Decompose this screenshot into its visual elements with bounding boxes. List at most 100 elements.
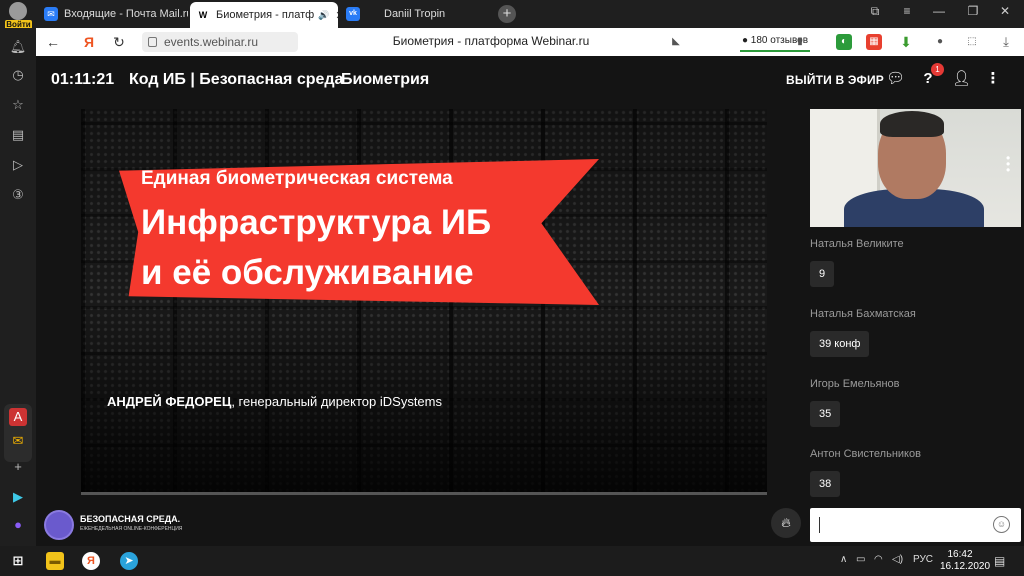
tab-mail[interactable]: ✉ Входящие - Почта Mail.ru <box>38 2 188 26</box>
add-panel-icon[interactable]: + <box>9 458 27 476</box>
messenger-icon[interactable]: ▶ <box>9 488 27 506</box>
url-field[interactable]: events.webinar.ru <box>142 32 298 52</box>
tab-label: Биометрия - платф <box>216 9 315 21</box>
tab-label: Daniil Tropin <box>384 8 446 20</box>
webcam-person-hair <box>880 111 944 137</box>
brand-name: БЕЗОПАСНАЯ СРЕДА. <box>80 514 181 524</box>
webinar-header: 01:11:21 Код ИБ | Безопасная среда Биоме… <box>36 56 1024 102</box>
file-explorer-icon[interactable]: ▬ <box>46 552 64 570</box>
webcam-more-icon[interactable]: • • • <box>1006 152 1010 176</box>
speaker-webcam: • • • <box>810 109 1021 227</box>
mail-icon[interactable]: ✉ <box>9 432 27 450</box>
sidebar-apps-panel: A ✉ <box>4 404 32 462</box>
windows-start-icon[interactable]: ⊞ <box>9 552 27 570</box>
chat-icon[interactable]: 💬︎ <box>886 70 905 88</box>
room-title: Биометрия <box>341 71 430 88</box>
extension-green-icon[interactable]: ◐ <box>836 34 852 50</box>
history-icon[interactable]: ◷ <box>9 66 27 84</box>
chat-message: 35 <box>810 401 841 427</box>
profile-button[interactable]: Войти <box>4 2 32 30</box>
star-icon[interactable]: ☆ <box>9 96 27 114</box>
chat-author: Антон Свистельников <box>810 448 921 460</box>
chat-author: Наталья Великите <box>810 238 904 250</box>
extension-color-icon[interactable]: ▦ <box>866 34 882 50</box>
more-vertical-icon[interactable]: ⋮ <box>984 70 1002 88</box>
slide-subtitle: Единая биометрическая система <box>141 168 453 189</box>
mail-favicon-icon: ✉ <box>44 7 58 21</box>
chat-feed: Наталья Великите 9 Наталья Бахматская 39… <box>810 232 1021 504</box>
translate-icon[interactable]: A <box>9 408 27 426</box>
bell-icon[interactable]: 🔔︎ <box>9 38 27 56</box>
questions-badge: 1 <box>931 63 944 76</box>
extension-pin-icon[interactable]: ● <box>932 34 948 50</box>
chat-bubble-icon: ● <box>741 35 749 46</box>
profile-avatar-icon <box>9 2 27 20</box>
collections-icon[interactable]: ▤ <box>9 126 27 144</box>
speaker-role: , генеральный директор iDSystems <box>231 394 442 409</box>
speaker-name: АНДРЕЙ ФЕДОРЕЦ <box>107 394 232 409</box>
text-caret <box>819 517 820 533</box>
input-language[interactable]: РУС <box>913 554 933 565</box>
downloads-icon[interactable]: ⤓ <box>998 34 1014 50</box>
new-tab-button[interactable]: + <box>498 5 516 23</box>
bookmark-icon[interactable]: ▮ <box>792 34 808 50</box>
battery-icon[interactable]: ▭ <box>856 554 865 565</box>
download-green-icon[interactable]: ⬇ <box>898 34 914 50</box>
event-title: Код ИБ | Безопасная среда <box>129 71 344 88</box>
windows-taskbar: ⊞ ▬ Я ➤ ∧ ▭ ◠ ◁) РУС 16:42 16.12.2020 ▤ <box>0 546 1024 576</box>
reload-icon[interactable]: ↻ <box>110 33 128 51</box>
chat-message-input[interactable]: ☺ <box>810 508 1021 542</box>
telegram-icon[interactable]: ➤ <box>120 552 138 570</box>
wifi-icon[interactable]: ◠ <box>874 554 883 565</box>
network-icon[interactable]: ◣ <box>668 34 684 50</box>
notifications-icon[interactable]: ▤ <box>994 554 1005 568</box>
speaker-icon[interactable]: 🔊 <box>318 10 329 21</box>
chat-author: Наталья Бахматская <box>810 308 916 320</box>
minimize-icon[interactable]: — <box>928 4 950 18</box>
menu-icon[interactable]: ≡ <box>896 4 918 18</box>
address-bar: ← Я ↻ events.webinar.ru Биометрия - плат… <box>36 28 1024 56</box>
go-live-button[interactable]: ВЫЙТИ В ЭФИР <box>786 73 884 87</box>
chat-author: Игорь Емельянов <box>810 378 900 390</box>
browser-tab-bar: Войти ✉ Входящие - Почта Mail.ru W Биоме… <box>0 0 1024 30</box>
chat-message: 39 конф <box>810 331 870 357</box>
close-window-icon[interactable]: ✕ <box>994 4 1016 18</box>
presentation-slide: Единая биометрическая система Инфраструк… <box>81 109 767 493</box>
slide-title-line2: и её обслуживание <box>141 253 474 292</box>
play-icon[interactable]: ▷ <box>9 156 27 174</box>
lock-icon <box>148 37 157 47</box>
slide-progress-track <box>81 492 767 495</box>
fire-icon: 🔥︎ <box>781 515 791 530</box>
clock-time: 16:42 <box>947 549 973 560</box>
taskbar-clock[interactable]: 16:42 16.12.2020 <box>940 549 991 573</box>
page-title: Биометрия - платформа Webinar.ru <box>392 34 590 48</box>
restore-icon[interactable]: ❐ <box>962 4 984 18</box>
vk-favicon-icon: vk <box>346 7 360 21</box>
reaction-fire-button[interactable]: 🔥︎ <box>771 508 801 538</box>
webinar-favicon-icon: W <box>196 8 210 22</box>
alice-icon[interactable]: ● <box>9 516 27 534</box>
chat-message: 9 <box>810 261 835 287</box>
broadcast-timer: 01:11:21 <box>51 71 115 88</box>
counter-icon[interactable]: ③ <box>9 186 27 204</box>
screen: Войти ✉ Входящие - Почта Mail.ru W Биоме… <box>0 0 1024 576</box>
close-tab-icon[interactable]: ✕ <box>329 9 338 22</box>
yandex-logo-icon[interactable]: Я <box>80 33 98 51</box>
back-arrow-icon[interactable]: ← <box>44 33 62 51</box>
tab-webinar[interactable]: W Биометрия - платф 🔊 ✕ <box>190 2 338 28</box>
speaker-caption: АНДРЕЙ ФЕДОРЕЦ, генеральный директор iDS… <box>107 394 442 409</box>
user-icon[interactable]: 👤︎ <box>952 70 971 88</box>
extension-box-icon[interactable]: ⬚ <box>964 34 980 50</box>
tray-expand-icon[interactable]: ∧ <box>840 554 847 565</box>
browser-sidebar: 🔔︎ ◷ ☆ ▤ ▷ ③ A ✉ + ▶ ● <box>0 28 36 546</box>
tab-vk[interactable]: vk Daniil Tropin <box>340 2 492 26</box>
webinar-app: 01:11:21 Код ИБ | Безопасная среда Биоме… <box>36 56 1024 546</box>
yandex-browser-taskbar-icon[interactable]: Я <box>82 552 100 570</box>
bookmark-manager-icon[interactable]: ⧉ <box>864 4 886 19</box>
brand-tagline: ЕЖЕНЕДЕЛЬНАЯ ONLINE-КОНФЕРЕНЦИЯ <box>80 526 183 532</box>
emoji-icon[interactable]: ☺ <box>993 516 1010 533</box>
brand-logo <box>44 510 74 540</box>
volume-icon[interactable]: ◁) <box>892 554 903 565</box>
tab-label: Входящие - Почта Mail.ru <box>64 8 188 20</box>
clock-date: 16.12.2020 <box>940 561 991 572</box>
